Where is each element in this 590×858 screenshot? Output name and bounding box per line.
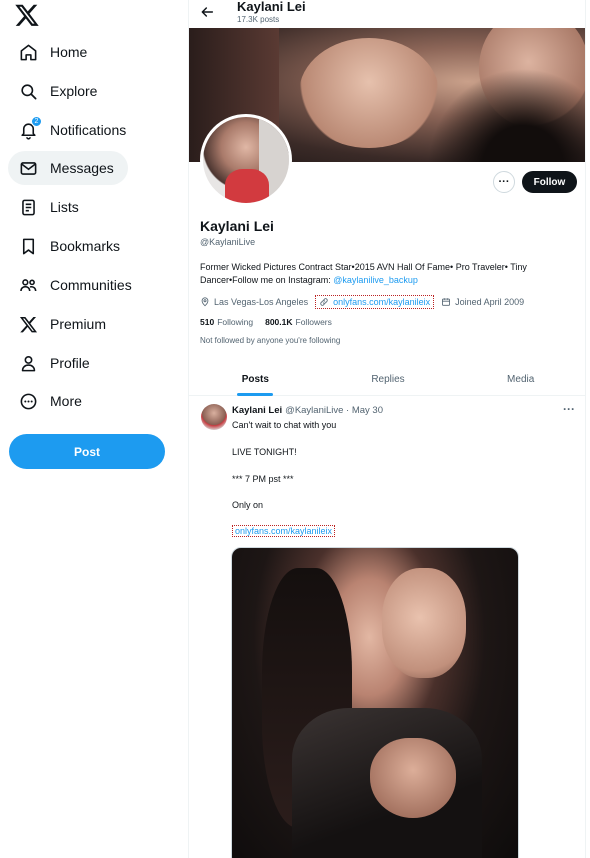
followers-stat[interactable]: 800.1K Followers xyxy=(265,317,332,327)
nav-premium-label: Premium xyxy=(50,316,107,332)
following-label: Following xyxy=(217,317,254,327)
nav-profile-label: Profile xyxy=(50,355,90,371)
profile-avatar[interactable] xyxy=(200,114,292,206)
nav-notifications[interactable]: 2 Notifications xyxy=(8,113,136,147)
tweet-avatar[interactable] xyxy=(201,404,227,430)
post-button[interactable]: Post xyxy=(9,434,165,469)
nav-more[interactable]: More xyxy=(8,384,92,418)
notification-badge: 2 xyxy=(31,116,42,127)
nav-more-label: More xyxy=(50,393,82,409)
website-item[interactable]: onlyfans.com/kaylanileix xyxy=(315,295,435,309)
tweet-line: Only on xyxy=(232,500,264,510)
search-icon xyxy=(18,81,38,101)
profile-header-bar: Kaylani Lei 17.3K posts xyxy=(189,0,585,28)
profile-meta: Las Vegas-Los Angeles onlyfans.com/kayla… xyxy=(200,295,531,309)
tweet-line: *** 7 PM pst *** xyxy=(232,474,294,484)
profile-tabs: Posts Replies Media xyxy=(189,364,585,396)
following-count: 510 xyxy=(200,317,215,327)
location-pin-icon xyxy=(201,297,209,307)
nav-lists-label: Lists xyxy=(50,199,79,215)
tab-posts[interactable]: Posts xyxy=(189,364,322,395)
nav-bookmarks[interactable]: Bookmarks xyxy=(8,229,130,263)
left-nav: Home Explore 2 Notifications Messages Li… xyxy=(0,0,180,858)
x-logo-icon xyxy=(18,314,38,334)
calendar-icon xyxy=(442,298,451,306)
profile-name: Kaylani Lei xyxy=(200,218,274,234)
header-post-count: 17.3K posts xyxy=(237,15,280,24)
nav-notifications-label: Notifications xyxy=(50,122,127,138)
envelope-icon xyxy=(18,158,38,178)
nav-home[interactable]: Home xyxy=(8,35,97,69)
tweet-link-line: onlyfans.com/kaylanileix xyxy=(232,525,336,537)
more-options-button[interactable]: ··· xyxy=(493,171,515,193)
person-icon xyxy=(18,353,38,373)
tweet-more-button[interactable]: ··· xyxy=(563,402,575,416)
nav-explore-label: Explore xyxy=(50,83,98,99)
people-icon xyxy=(18,275,38,295)
nav-premium[interactable]: Premium xyxy=(8,307,116,341)
header-name: Kaylani Lei xyxy=(237,0,306,14)
tweet-line: LIVE TONIGHT! xyxy=(232,447,297,457)
back-arrow-icon[interactable] xyxy=(199,4,215,20)
bookmark-icon xyxy=(18,236,38,256)
website-link[interactable]: onlyfans.com/kaylanileix xyxy=(333,297,430,307)
follow-button[interactable]: Follow xyxy=(522,171,577,193)
more-circle-icon xyxy=(18,391,38,411)
tweet-header: Kaylani Lei @KaylaniLive · May 30 xyxy=(232,405,383,416)
home-icon xyxy=(18,42,38,62)
tweet-author-name[interactable]: Kaylani Lei xyxy=(232,405,282,416)
bio-instagram-link[interactable]: @kaylanilive_backup xyxy=(333,275,418,285)
tweet-line: Can't wait to chat with you xyxy=(232,420,337,430)
nav-explore[interactable]: Explore xyxy=(8,74,107,108)
followers-label: Followers xyxy=(295,317,332,327)
nav-messages-label: Messages xyxy=(50,160,114,176)
tab-media[interactable]: Media xyxy=(454,364,585,395)
following-stat[interactable]: 510 Following xyxy=(200,317,253,327)
location-item: Las Vegas-Los Angeles xyxy=(200,297,308,307)
nav-communities-label: Communities xyxy=(50,277,132,293)
nav-profile[interactable]: Profile xyxy=(8,346,100,380)
follow-stats: 510 Following 800.1K Followers xyxy=(200,317,332,327)
joined-text: Joined April 2009 xyxy=(455,297,525,307)
nav-bookmarks-label: Bookmarks xyxy=(50,238,121,254)
nav-home-label: Home xyxy=(50,44,88,60)
profile-column: Kaylani Lei 17.3K posts ··· Follow Kayla… xyxy=(188,0,586,858)
tweet-handle-date: @KaylaniLive · May 30 xyxy=(285,405,383,416)
location-text: Las Vegas-Los Angeles xyxy=(214,297,309,307)
x-logo-icon[interactable] xyxy=(14,2,40,28)
nav-communities[interactable]: Communities xyxy=(8,268,142,302)
followers-count: 800.1K xyxy=(265,317,293,327)
bell-icon: 2 xyxy=(18,116,42,140)
joined-item: Joined April 2009 xyxy=(441,297,524,307)
list-icon xyxy=(18,197,38,217)
profile-bio: Former Wicked Pictures Contract Star•201… xyxy=(200,261,585,286)
tab-replies[interactable]: Replies xyxy=(322,364,455,395)
tweet-link[interactable]: onlyfans.com/kaylanileix xyxy=(232,525,336,537)
profile-handle: @KaylaniLive xyxy=(200,237,256,247)
not-followed-note: Not followed by anyone you're following xyxy=(200,336,341,345)
nav-lists[interactable]: Lists xyxy=(8,190,89,224)
link-icon xyxy=(320,298,328,306)
tweet-media-image[interactable] xyxy=(231,547,519,858)
nav-messages[interactable]: Messages xyxy=(8,151,128,185)
